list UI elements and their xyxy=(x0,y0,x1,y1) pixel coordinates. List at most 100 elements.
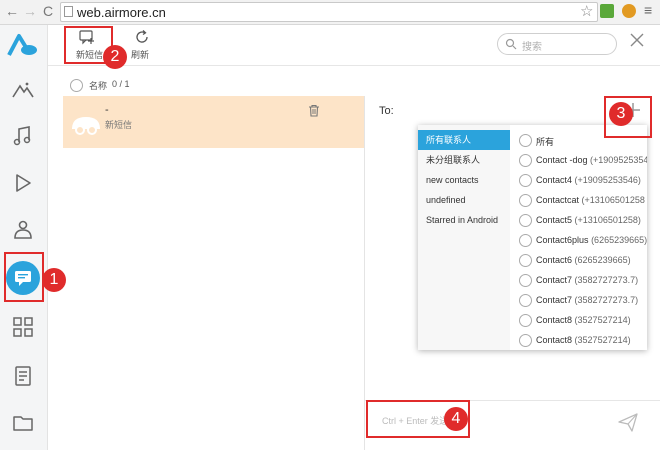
back-arrow-icon[interactable]: ← xyxy=(4,3,20,19)
contact-radio[interactable] xyxy=(519,294,532,307)
contact-number: (3527527214) xyxy=(574,335,631,345)
browser-toolbar: ← → C web.airmore.cn ☆ ≡ xyxy=(0,0,660,25)
group-item[interactable]: new contacts xyxy=(418,170,510,190)
message-subtitle: 新短信 xyxy=(105,120,133,130)
contact-name: Contact -dog (+1909525354 xyxy=(536,155,647,165)
group-item[interactable]: 所有联系人 xyxy=(418,130,510,150)
play-icon xyxy=(16,174,31,192)
contact-row[interactable]: Contactcat (+13106501258 xyxy=(516,190,647,210)
header-count: 0 / 1 xyxy=(112,79,130,89)
send-icon[interactable] xyxy=(617,411,639,436)
annotation-number-4: 4 xyxy=(444,407,468,431)
group-item[interactable]: Starred in Android xyxy=(418,210,510,230)
app-sidebar xyxy=(0,25,48,450)
contact-name-text: Contact7 xyxy=(536,275,573,285)
contact-number: (+1909525354 xyxy=(590,155,647,165)
contact-row[interactable]: Contact5 (+13106501258) xyxy=(516,210,647,230)
page-icon xyxy=(64,6,73,17)
message-title: - xyxy=(105,104,109,116)
url-text: web.airmore.cn xyxy=(77,5,166,20)
contact-radio[interactable] xyxy=(519,154,532,167)
contact-name-text: Contact5 xyxy=(536,215,573,225)
contact-radio[interactable] xyxy=(519,314,532,327)
contact-name-text: Contact -dog xyxy=(536,155,588,165)
contact-name-text: Contactcat xyxy=(536,195,580,205)
extension-orange-icon[interactable] xyxy=(622,4,636,18)
contact-row[interactable]: Contact6 (6265239665) xyxy=(516,250,647,270)
mountain-icon xyxy=(12,82,34,98)
sidebar-item-music[interactable] xyxy=(0,115,47,155)
contact-radio[interactable] xyxy=(519,234,532,247)
list-item[interactable]: - 新短信 xyxy=(63,96,364,148)
sidebar-item-contacts[interactable] xyxy=(0,208,47,248)
contact-radio[interactable] xyxy=(519,134,532,147)
sidebar-item-videos[interactable] xyxy=(0,162,47,202)
contact-picker-dropdown: 所有联系人 未分组联系人 new contacts undefined Star… xyxy=(418,125,647,350)
refresh-icon xyxy=(136,30,148,43)
contact-name: Contact8 (3527527214) xyxy=(536,335,631,345)
group-item[interactable]: 未分组联系人 xyxy=(418,150,510,170)
contact-number: (3582727273.7) xyxy=(574,295,639,305)
search-input[interactable]: 搜索 xyxy=(497,33,617,55)
trash-icon[interactable] xyxy=(308,104,320,120)
contact-row[interactable]: Contact6plus (6265239665) xyxy=(516,230,647,250)
forward-arrow-icon[interactable]: → xyxy=(22,3,38,19)
header-name-label: 名称 xyxy=(89,81,108,91)
close-icon[interactable] xyxy=(630,33,644,50)
contact-name-text: Contact7 xyxy=(536,295,573,305)
music-note-icon xyxy=(13,126,31,146)
contact-radio[interactable] xyxy=(519,174,532,187)
sidebar-item-photos[interactable] xyxy=(0,70,47,110)
refresh-label: 刷新 xyxy=(131,50,150,60)
group-item[interactable]: undefined xyxy=(418,190,510,210)
contact-number: (6265239665) xyxy=(591,235,647,245)
select-all-checkbox[interactable] xyxy=(70,79,83,92)
contact-name-text: Contact6plus xyxy=(536,235,589,245)
airmore-logo-icon xyxy=(7,33,39,60)
contact-number: (3527527214) xyxy=(574,315,631,325)
contact-name: Contact7 (3582727273.7) xyxy=(536,275,638,285)
person-icon xyxy=(14,220,32,239)
address-bar[interactable]: web.airmore.cn ☆ xyxy=(60,2,598,22)
annotation-number-1: 1 xyxy=(42,268,66,292)
contact-name: Contactcat (+13106501258 xyxy=(536,195,645,205)
contact-number: (6265239665) xyxy=(574,255,631,265)
contact-radio[interactable] xyxy=(519,334,532,347)
contact-number: (+13106501258 xyxy=(581,195,645,205)
contact-row[interactable]: Contact8 (3527527214) xyxy=(516,310,647,330)
sidebar-item-documents[interactable] xyxy=(0,355,47,395)
contact-row[interactable]: Contact7 (3582727273.7) xyxy=(516,270,647,290)
contact-radio[interactable] xyxy=(519,214,532,227)
contact-name-text: Contact8 xyxy=(536,335,573,345)
contact-name: 所有 xyxy=(536,135,554,148)
contact-number: (+13106501258) xyxy=(574,215,641,225)
refresh-button[interactable]: 刷新 xyxy=(128,27,156,61)
annotation-number-3: 3 xyxy=(609,102,633,126)
contact-row[interactable]: Contact4 (+19095253546) xyxy=(516,170,647,190)
sidebar-item-apps[interactable] xyxy=(0,306,47,346)
annotation-highlight-1 xyxy=(4,252,44,302)
annotation-number-2: 2 xyxy=(103,45,127,69)
contact-name: Contact8 (3527527214) xyxy=(536,315,631,325)
contact-row[interactable]: Contact8 (3527527214) xyxy=(516,330,647,350)
contact-row[interactable]: Contact7 (3582727273.7) xyxy=(516,290,647,310)
panel-divider xyxy=(364,96,365,450)
hamburger-menu-icon[interactable]: ≡ xyxy=(644,2,652,18)
extension-green-icon[interactable] xyxy=(600,4,614,18)
contact-radio[interactable] xyxy=(519,194,532,207)
contact-name: Contact6plus (6265239665) xyxy=(536,235,647,245)
grid-icon xyxy=(13,317,33,337)
sidebar-item-files[interactable] xyxy=(0,402,47,442)
document-icon xyxy=(15,366,31,386)
contact-groups-list: 所有联系人 未分组联系人 new contacts undefined Star… xyxy=(418,125,510,350)
contact-name-text: Contact8 xyxy=(536,315,573,325)
reload-icon[interactable]: C xyxy=(40,3,56,19)
contact-radio[interactable] xyxy=(519,274,532,287)
contact-number: (3582727273.7) xyxy=(574,275,639,285)
contact-name-text: Contact6 xyxy=(536,255,573,265)
bookmark-star-icon[interactable]: ☆ xyxy=(580,2,593,20)
contact-name-text: 所有 xyxy=(536,137,555,147)
contact-row[interactable]: Contact -dog (+1909525354 xyxy=(516,150,647,170)
message-list-header: 名称 0 / 1 xyxy=(48,73,364,95)
contact-radio[interactable] xyxy=(519,254,532,267)
